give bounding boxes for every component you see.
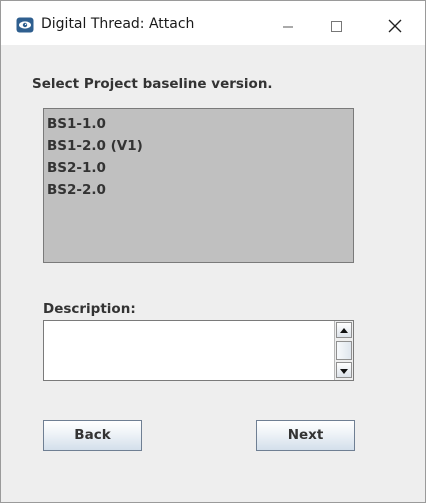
- description-box: [43, 320, 354, 381]
- scroll-down-button[interactable]: [336, 362, 352, 378]
- description-scrollbar[interactable]: [334, 321, 353, 380]
- maximize-button[interactable]: [313, 1, 359, 45]
- baseline-heading: Select Project baseline version.: [32, 76, 273, 92]
- baseline-item[interactable]: BS2-2.0: [47, 179, 353, 201]
- arrow-up-icon: [340, 328, 348, 333]
- window-title: Digital Thread: Attach: [41, 16, 195, 32]
- back-button[interactable]: Back: [43, 420, 142, 451]
- description-input[interactable]: [44, 321, 332, 378]
- minimize-button[interactable]: [265, 1, 311, 45]
- minimize-icon: [283, 26, 293, 28]
- scroll-up-button[interactable]: [336, 322, 352, 338]
- title-bar[interactable]: Digital Thread: Attach: [1, 1, 425, 45]
- maximize-icon: [331, 21, 342, 32]
- dialog-window: Digital Thread: Attach Select Project ba…: [0, 0, 426, 503]
- scroll-thumb[interactable]: [336, 341, 352, 360]
- baseline-item[interactable]: BS1-2.0 (V1): [47, 135, 353, 157]
- next-button[interactable]: Next: [256, 420, 355, 451]
- arrow-down-icon: [340, 369, 348, 374]
- eye-icon: [16, 17, 34, 33]
- baseline-item[interactable]: BS1-1.0: [47, 113, 353, 135]
- baseline-list[interactable]: BS1-1.0 BS1-2.0 (V1) BS2-1.0 BS2-2.0: [43, 108, 354, 263]
- baseline-item[interactable]: BS2-1.0: [47, 157, 353, 179]
- description-label: Description:: [43, 301, 136, 317]
- close-button[interactable]: [371, 1, 417, 45]
- close-icon: [388, 19, 402, 33]
